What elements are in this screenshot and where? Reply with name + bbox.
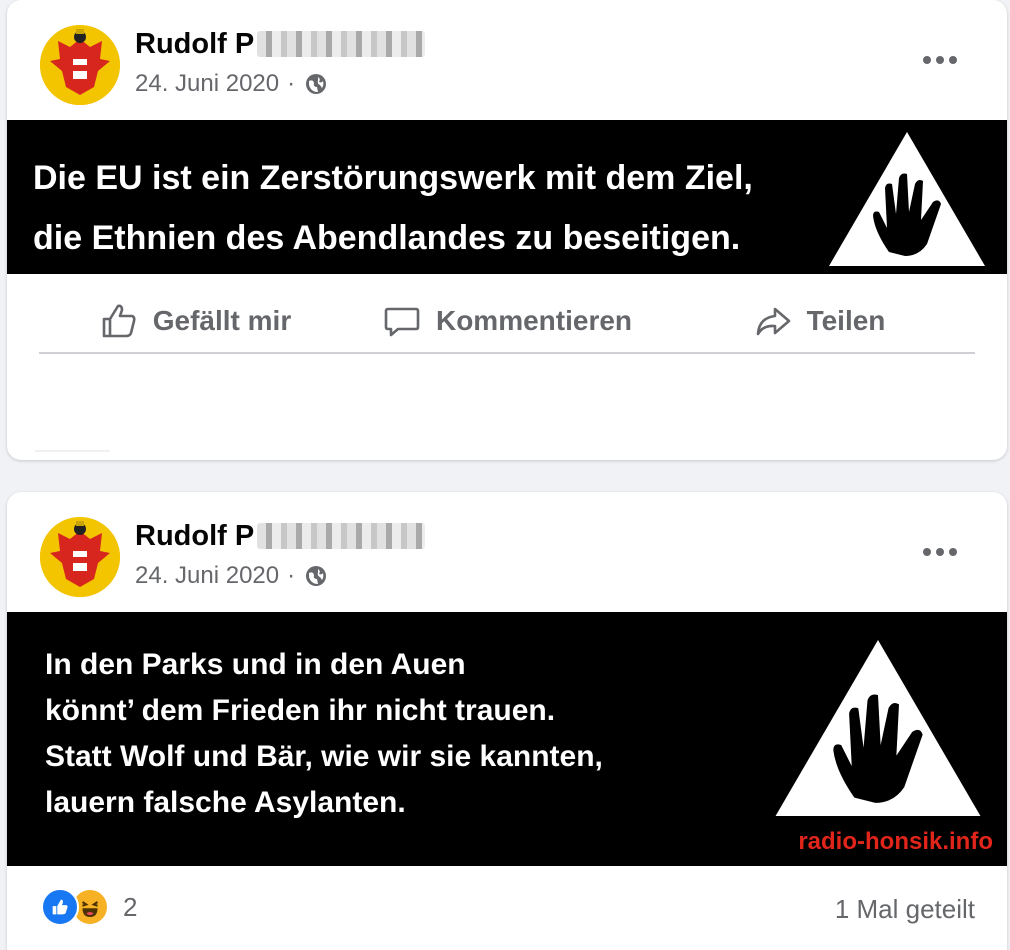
reactions-summary[interactable]: 2 xyxy=(41,888,137,926)
image-text-line: die Ethnien des Abendlandes zu beseitige… xyxy=(33,219,741,257)
coat-of-arms-icon xyxy=(40,25,120,105)
post-header: Rudolf P 24. Juni 2020 · xyxy=(7,492,1007,612)
image-text-line: Die EU ist ein Zerstörungswerk mit dem Z… xyxy=(33,159,753,197)
post-footer: 2 1 Mal geteilt xyxy=(7,866,1007,950)
author-name[interactable]: Rudolf P xyxy=(135,520,254,553)
image-text-line: Statt Wolf und Bär, wie wir sie kannten, xyxy=(45,740,603,773)
image-text: Die EU ist ein Zerstörungswerk mit dem Z… xyxy=(33,148,753,268)
divider xyxy=(35,450,110,452)
share-button[interactable]: Teilen xyxy=(663,290,975,352)
post-meta: 24. Juni 2020 · xyxy=(135,70,327,98)
globe-icon xyxy=(306,566,327,586)
author-name[interactable]: Rudolf P xyxy=(135,28,254,61)
image-text-line: In den Parks und in den Auen xyxy=(45,648,466,681)
meta-separator: · xyxy=(287,70,296,97)
image-text-line: lauern falsche Asylanten. xyxy=(45,786,406,819)
post-date[interactable]: 24. Juni 2020 xyxy=(135,70,279,98)
like-button[interactable]: Gefällt mir xyxy=(39,290,351,352)
avatar[interactable] xyxy=(40,517,120,597)
reaction-count: 2 xyxy=(123,891,138,922)
redacted-name-blur xyxy=(257,31,425,57)
like-label: Gefällt mir xyxy=(152,305,292,336)
meta-separator: · xyxy=(287,562,296,589)
post-image[interactable]: Die EU ist ein Zerstörungswerk mit dem Z… xyxy=(7,120,1007,274)
share-count-link[interactable]: 1 Mal geteilt xyxy=(835,894,975,925)
comment-button[interactable]: Kommentieren xyxy=(351,290,663,352)
hand-triangle-logo xyxy=(829,132,985,266)
globe-icon xyxy=(306,74,327,94)
comment-label: Kommentieren xyxy=(435,305,633,336)
avatar[interactable] xyxy=(40,25,120,105)
hand-triangle-logo xyxy=(775,640,981,816)
coat-of-arms-icon xyxy=(40,517,120,597)
like-reaction-icon xyxy=(41,888,79,926)
post-meta: 24. Juni 2020 · xyxy=(135,562,327,590)
image-text-line: könnt’ dem Frieden ihr nicht trauen. xyxy=(45,694,556,727)
share-icon xyxy=(756,307,790,336)
more-options-button[interactable] xyxy=(923,46,957,74)
redacted-name-blur xyxy=(257,523,425,549)
image-watermark: radio-honsik.info xyxy=(798,828,993,855)
post-actions: Gefällt mir Kommentieren Teilen xyxy=(39,290,975,354)
thumbs-up-icon xyxy=(102,304,136,338)
post-header: Rudolf P 24. Juni 2020 · xyxy=(7,0,1007,120)
image-text: In den Parks und in den Auen könnt’ dem … xyxy=(45,642,603,826)
post-date[interactable]: 24. Juni 2020 xyxy=(135,562,279,590)
comment-icon xyxy=(384,307,420,337)
post-image[interactable]: In den Parks und in den Auen könnt’ dem … xyxy=(7,612,1007,866)
post-card: Rudolf P 24. Juni 2020 · Die EU ist ein … xyxy=(7,0,1007,460)
post-card: Rudolf P 24. Juni 2020 · In den Parks un… xyxy=(7,492,1007,950)
more-options-button[interactable] xyxy=(923,538,957,566)
share-label: Teilen xyxy=(806,305,886,336)
